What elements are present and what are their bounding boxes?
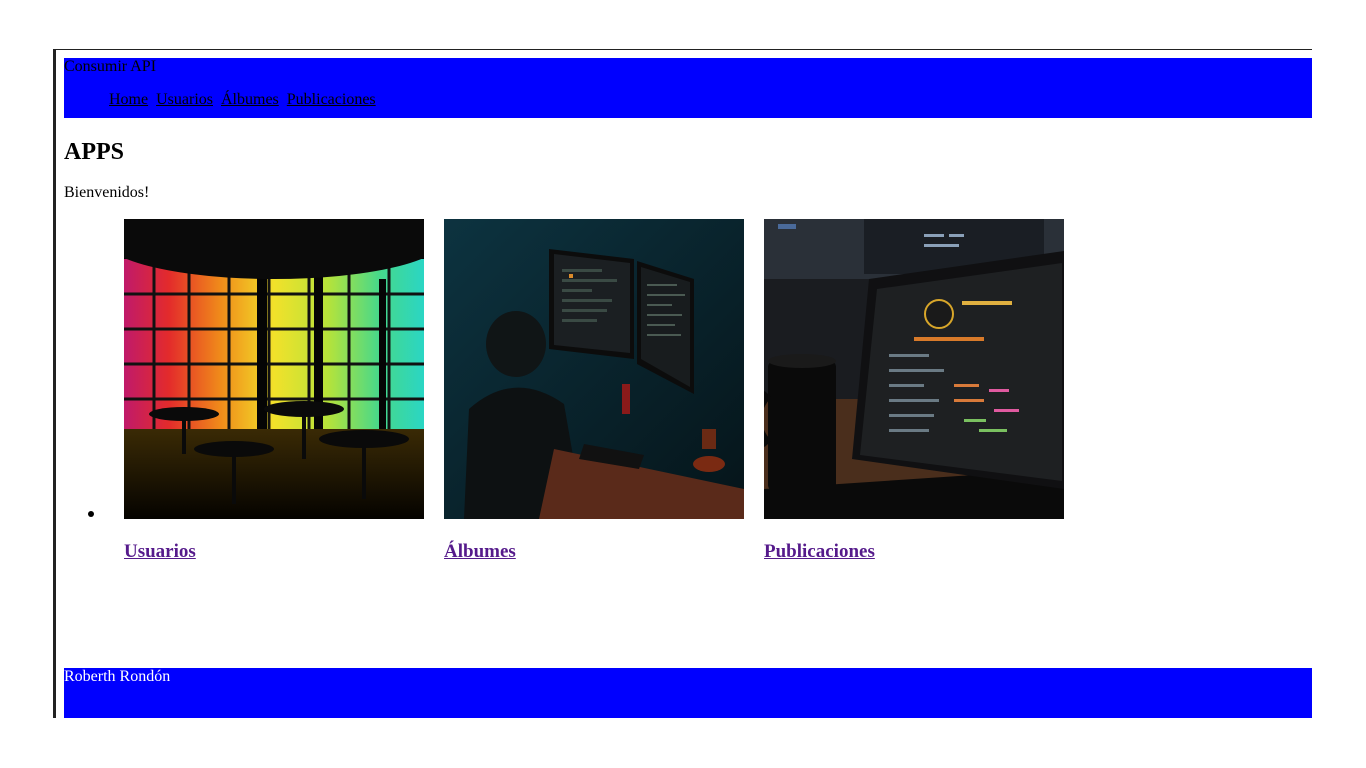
restaurant-image[interactable] — [124, 219, 424, 519]
card-albumes: Álbumes — [444, 219, 744, 562]
nav-link-home[interactable]: Home — [109, 91, 148, 108]
nav-link-usuarios[interactable]: Usuarios — [156, 91, 213, 108]
list-bullet — [88, 511, 94, 517]
main-nav: Home Usuarios Álbumes Publicaciones — [109, 91, 380, 109]
brand-title: Consumir API — [64, 58, 157, 75]
header-bar: Consumir API Home Usuarios Álbumes Publi… — [64, 58, 1312, 118]
card-link-usuarios[interactable]: Usuarios — [124, 541, 196, 563]
card-usuarios: Usuarios — [124, 219, 424, 562]
nav-link-albumes[interactable]: Álbumes — [221, 91, 279, 108]
footer-author: Roberth Rondón — [64, 668, 171, 685]
nav-link-publicaciones[interactable]: Publicaciones — [287, 91, 376, 108]
card-link-publicaciones[interactable]: Publicaciones — [764, 541, 875, 563]
card-link-albumes[interactable]: Álbumes — [444, 541, 516, 563]
footer-bar: Roberth Rondón — [64, 668, 1312, 718]
page-title: APPS — [64, 139, 124, 165]
laptop-image[interactable] — [764, 219, 1064, 519]
card-publicaciones: Publicaciones — [764, 219, 1064, 562]
welcome-text: Bienvenidos! — [64, 184, 150, 201]
developer-image[interactable] — [444, 219, 744, 519]
